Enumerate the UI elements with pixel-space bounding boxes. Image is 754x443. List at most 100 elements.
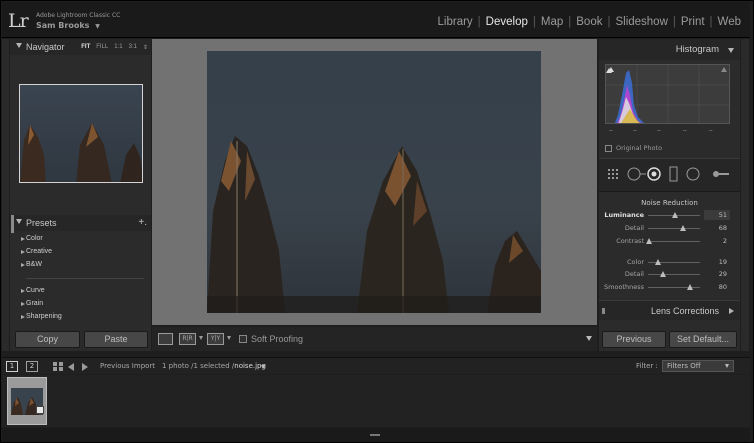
slider-track[interactable] <box>648 228 700 229</box>
expand-triangle-icon <box>21 250 25 254</box>
previous-button[interactable]: Previous <box>602 331 666 348</box>
before-after-left-right-icon[interactable]: R|R <box>179 333 196 345</box>
noise-reduction-title: Noise Reduction <box>641 199 698 207</box>
slider-value[interactable]: 2 <box>723 237 727 245</box>
main-photo[interactable] <box>207 51 541 313</box>
slider-thumb[interactable] <box>680 225 687 231</box>
histogram-readouts: -- -- -- -- -- <box>605 128 730 134</box>
lightroom-window: Lr Adobe Lightroom Classic CC Sam Brooks… <box>0 0 754 443</box>
copy-button[interactable]: Copy <box>15 331 80 348</box>
zoom-fill[interactable]: FILL <box>96 44 108 51</box>
filmstrip-thumbnail-cell[interactable] <box>7 377 47 425</box>
navigator-header[interactable]: Navigator FIT FILL 1:1 3:1 ⇕ <box>10 39 151 55</box>
filmstrip-source[interactable]: Previous Import <box>100 362 155 370</box>
left-panel-scroll-handle[interactable] <box>11 215 14 233</box>
preset-group-creative[interactable]: Creative <box>21 248 52 255</box>
collapse-triangle-icon[interactable] <box>728 48 734 53</box>
secondary-window-button[interactable]: 2 <box>26 361 38 372</box>
filter-label: Filter : <box>636 362 658 370</box>
slider-thumb[interactable] <box>686 284 693 290</box>
module-develop[interactable]: Develop <box>481 16 533 28</box>
module-print[interactable]: Print <box>676 16 710 28</box>
slider-value[interactable]: 19 <box>719 258 727 266</box>
red-eye-tool[interactable] <box>647 167 663 183</box>
identity-plate[interactable]: Sam Brooks ▼ <box>36 21 100 30</box>
histogram-header[interactable]: Histogram <box>599 39 740 60</box>
radial-filter-tool[interactable] <box>686 167 702 183</box>
slider-value[interactable]: 51 <box>719 211 727 219</box>
histogram-graph[interactable] <box>605 64 730 124</box>
navigator-preview[interactable] <box>19 84 143 183</box>
loupe-view-icon[interactable] <box>158 333 173 345</box>
slider-row-color: Color 19 <box>599 257 740 269</box>
next-photo-arrow-icon[interactable] <box>82 363 88 371</box>
adjustment-brush-tool[interactable] <box>711 167 733 183</box>
slider-thumb[interactable] <box>654 259 661 265</box>
swap-before-after-icon[interactable]: Y|Y <box>207 333 224 345</box>
panel-switch-icon[interactable] <box>602 308 605 314</box>
image-canvas[interactable] <box>152 39 597 325</box>
graduated-filter-tool[interactable] <box>667 166 681 184</box>
set-default-button[interactable]: Set Default... <box>669 331 737 348</box>
left-edge-strip[interactable] <box>2 39 9 351</box>
zoom-arrows-icon[interactable]: ⇕ <box>143 44 148 51</box>
preset-group-sharpening[interactable]: Sharpening <box>21 313 62 320</box>
histogram-title: Histogram <box>675 44 719 55</box>
copy-settings-dropdown-icon[interactable] <box>227 336 231 340</box>
slider-thumb[interactable] <box>671 212 678 218</box>
collapse-triangle-icon[interactable] <box>16 219 22 224</box>
count-prefix: 1 photo /1 selected / <box>162 362 235 370</box>
module-web[interactable]: Web <box>713 16 746 28</box>
previous-photo-arrow-icon[interactable] <box>68 363 74 371</box>
highlight-clipping-indicator-icon[interactable] <box>721 67 727 72</box>
navigator-preview-image <box>20 85 142 182</box>
filmstrip-toggle-handle[interactable] <box>370 434 380 436</box>
main-photo-image <box>207 51 541 313</box>
preset-group-grain[interactable]: Grain <box>21 300 43 307</box>
filmstrip-header: 1 2 Previous Import 1 photo /1 selected … <box>2 357 750 374</box>
original-photo-checkbox[interactable] <box>605 145 612 152</box>
filmstrip <box>2 375 750 427</box>
readout-g: -- <box>633 128 637 134</box>
slider-label: Detail <box>624 270 644 278</box>
slider-track[interactable] <box>648 241 700 242</box>
module-slideshow[interactable]: Slideshow <box>610 16 672 28</box>
module-book[interactable]: Book <box>571 16 607 28</box>
slider-track[interactable] <box>648 274 700 275</box>
zoom-fit[interactable]: FIT <box>81 44 90 51</box>
slider-thumb[interactable] <box>646 238 653 244</box>
slider-row-luminance-detail: Detail 68 <box>599 223 740 235</box>
add-preset-icon[interactable]: +. <box>138 217 147 228</box>
lens-corrections-header[interactable]: Lens Corrections <box>599 300 740 320</box>
filmstrip-count[interactable]: 1 photo /1 selected /noise.jpg <box>162 362 266 370</box>
top-bar: Lr Adobe Lightroom Classic CC Sam Brooks… <box>2 2 750 38</box>
readout-5: -- <box>709 128 713 134</box>
zoom-3-1[interactable]: 3:1 <box>129 44 137 51</box>
right-edge-strip[interactable] <box>741 39 749 351</box>
preset-group-bw[interactable]: B&W <box>21 261 42 268</box>
slider-row-luminance: Luminance 51 <box>599 210 740 222</box>
zoom-1-1[interactable]: 1:1 <box>114 44 122 51</box>
grid-view-icon[interactable] <box>53 362 63 371</box>
paste-button[interactable]: Paste <box>84 331 148 348</box>
collapse-triangle-icon[interactable] <box>16 43 22 48</box>
filmstrip-count-dropdown-icon[interactable] <box>261 365 265 369</box>
module-map[interactable]: Map <box>536 16 568 28</box>
slider-value[interactable]: 68 <box>719 224 727 232</box>
preset-group-curve[interactable]: Curve <box>21 287 45 294</box>
main-window-button[interactable]: 1 <box>6 361 18 372</box>
before-after-dropdown-icon[interactable] <box>199 336 203 340</box>
spot-removal-tool[interactable] <box>627 167 647 183</box>
expand-triangle-icon[interactable] <box>729 308 734 314</box>
shadow-clipping-indicator-icon[interactable] <box>608 67 614 72</box>
presets-header[interactable]: Presets +. <box>10 215 151 231</box>
preset-group-color[interactable]: Color <box>21 235 43 242</box>
slider-thumb[interactable] <box>660 271 667 277</box>
module-library[interactable]: Library <box>433 16 478 28</box>
toolbar-content-dropdown-icon[interactable] <box>586 336 592 341</box>
bottom-bar <box>2 428 750 442</box>
slider-value[interactable]: 80 <box>719 283 727 291</box>
soft-proofing-checkbox[interactable] <box>239 335 247 343</box>
slider-value[interactable]: 29 <box>719 270 727 278</box>
filter-select[interactable]: Filters Off <box>662 360 734 372</box>
